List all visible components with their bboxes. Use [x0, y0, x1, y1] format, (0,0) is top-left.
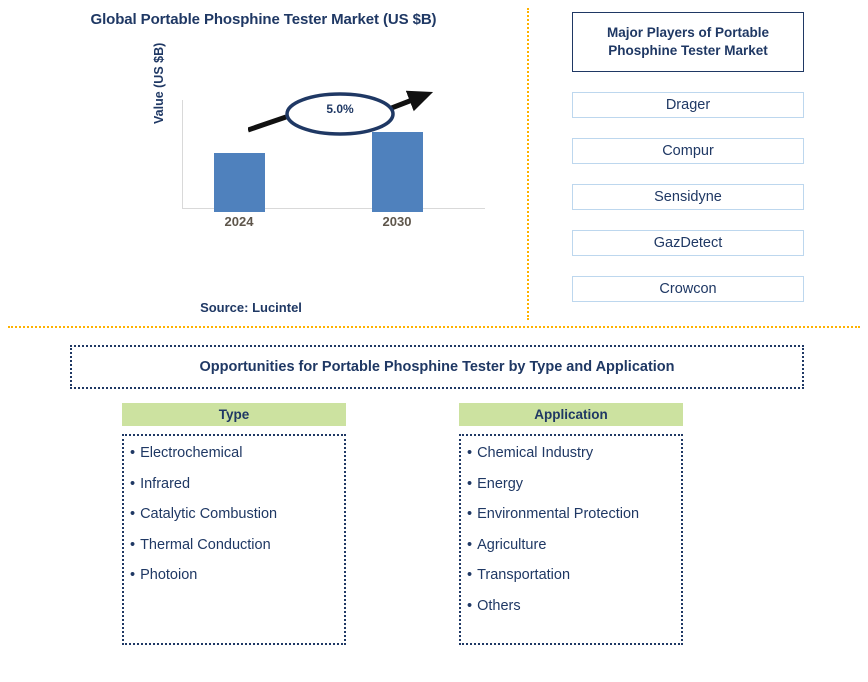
opportunities-banner: Opportunities for Portable Phosphine Tes…	[70, 345, 804, 389]
x-tick-label-2024: 2024	[224, 214, 254, 229]
bullet-icon: •	[467, 567, 473, 583]
player-box-drager: Drager	[572, 92, 804, 118]
list-item: • Others	[467, 597, 681, 614]
segment-header-application: Application	[459, 403, 683, 426]
list-item-label: Catalytic Combustion	[140, 506, 278, 522]
list-item-label: Others	[477, 597, 521, 614]
player-name: Crowcon	[659, 281, 717, 297]
list-item: • Chemical Industry	[467, 446, 681, 461]
bar-2024	[214, 152, 265, 212]
chart-plot-area: Value (US $B) 2024 2030 5.0%	[152, 43, 490, 229]
bullet-icon: •	[130, 475, 136, 492]
list-item-label: Electrochemical	[140, 445, 243, 461]
vertical-divider	[527, 8, 529, 320]
player-name: Sensidyne	[654, 189, 722, 205]
bullet-icon: •	[467, 445, 473, 461]
list-item-label: Environmental Protection	[477, 506, 640, 522]
player-box-crowcon: Crowcon	[572, 276, 804, 302]
bullet-icon: •	[467, 597, 473, 614]
y-axis-line	[182, 100, 183, 208]
segment-list-application: • Chemical Industry • Energy • Environmenta…	[459, 434, 683, 645]
player-name: Compur	[662, 143, 714, 159]
cagr-annotation: 5.0%	[247, 88, 438, 142]
list-item: • Catalytic Combustion	[130, 507, 344, 522]
list-item-label: Transportation	[477, 567, 571, 583]
list-item: • Energy	[467, 475, 681, 492]
list-item: • Infrared	[130, 475, 344, 492]
bullet-icon: •	[130, 567, 136, 583]
x-tick-label-2030: 2030	[382, 214, 412, 229]
list-item: • Transportation	[467, 568, 681, 583]
segment-list-type: • Electrochemical • Infrared • Catalytic Co…	[122, 434, 346, 645]
chart-title: Global Portable Phosphine Tester Market …	[90, 11, 437, 28]
list-item-label: Photoion	[140, 567, 198, 583]
major-players-panel: Major Players of Portable Phosphine Test…	[572, 12, 804, 302]
list-item: • Electrochemical	[130, 446, 344, 461]
source-note: Source: Lucintel	[200, 300, 302, 315]
list-item: • Thermal Conduction	[130, 536, 344, 553]
bullet-icon: •	[130, 506, 136, 522]
list-item-label: Infrared	[140, 475, 191, 492]
list-item: • Photoion	[130, 568, 344, 583]
horizontal-divider	[8, 326, 860, 328]
list-item-label: Thermal Conduction	[140, 536, 271, 553]
player-box-gazdetect: GazDetect	[572, 230, 804, 256]
bar-2030	[372, 132, 423, 212]
segment-column-type: Type • Electrochemical • Infrared • Catalyt…	[122, 403, 346, 661]
list-item-label: Energy	[477, 475, 524, 492]
bullet-icon: •	[467, 506, 473, 522]
y-axis-label: Value (US $B)	[152, 42, 166, 124]
player-name: GazDetect	[653, 235, 723, 251]
player-box-sensidyne: Sensidyne	[572, 184, 804, 210]
list-item-label: Agriculture	[477, 536, 547, 553]
list-item-label: Chemical Industry	[477, 445, 594, 461]
player-box-compur: Compur	[572, 138, 804, 164]
bullet-icon: •	[467, 536, 473, 553]
market-chart-panel: Global Portable Phosphine Tester Market …	[0, 0, 527, 326]
cagr-value-label: 5.0%	[326, 102, 354, 116]
segment-header-type: Type	[122, 403, 346, 426]
major-players-header: Major Players of Portable Phosphine Test…	[572, 12, 804, 72]
bullet-icon: •	[130, 536, 136, 553]
list-item: • Agriculture	[467, 536, 681, 553]
player-name: Drager	[665, 97, 711, 113]
bullet-icon: •	[130, 445, 136, 461]
bullet-icon: •	[467, 475, 473, 492]
segment-column-application: Application • Chemical Industry • Energy •…	[459, 403, 683, 661]
list-item: • Environmental Protection	[467, 507, 681, 522]
